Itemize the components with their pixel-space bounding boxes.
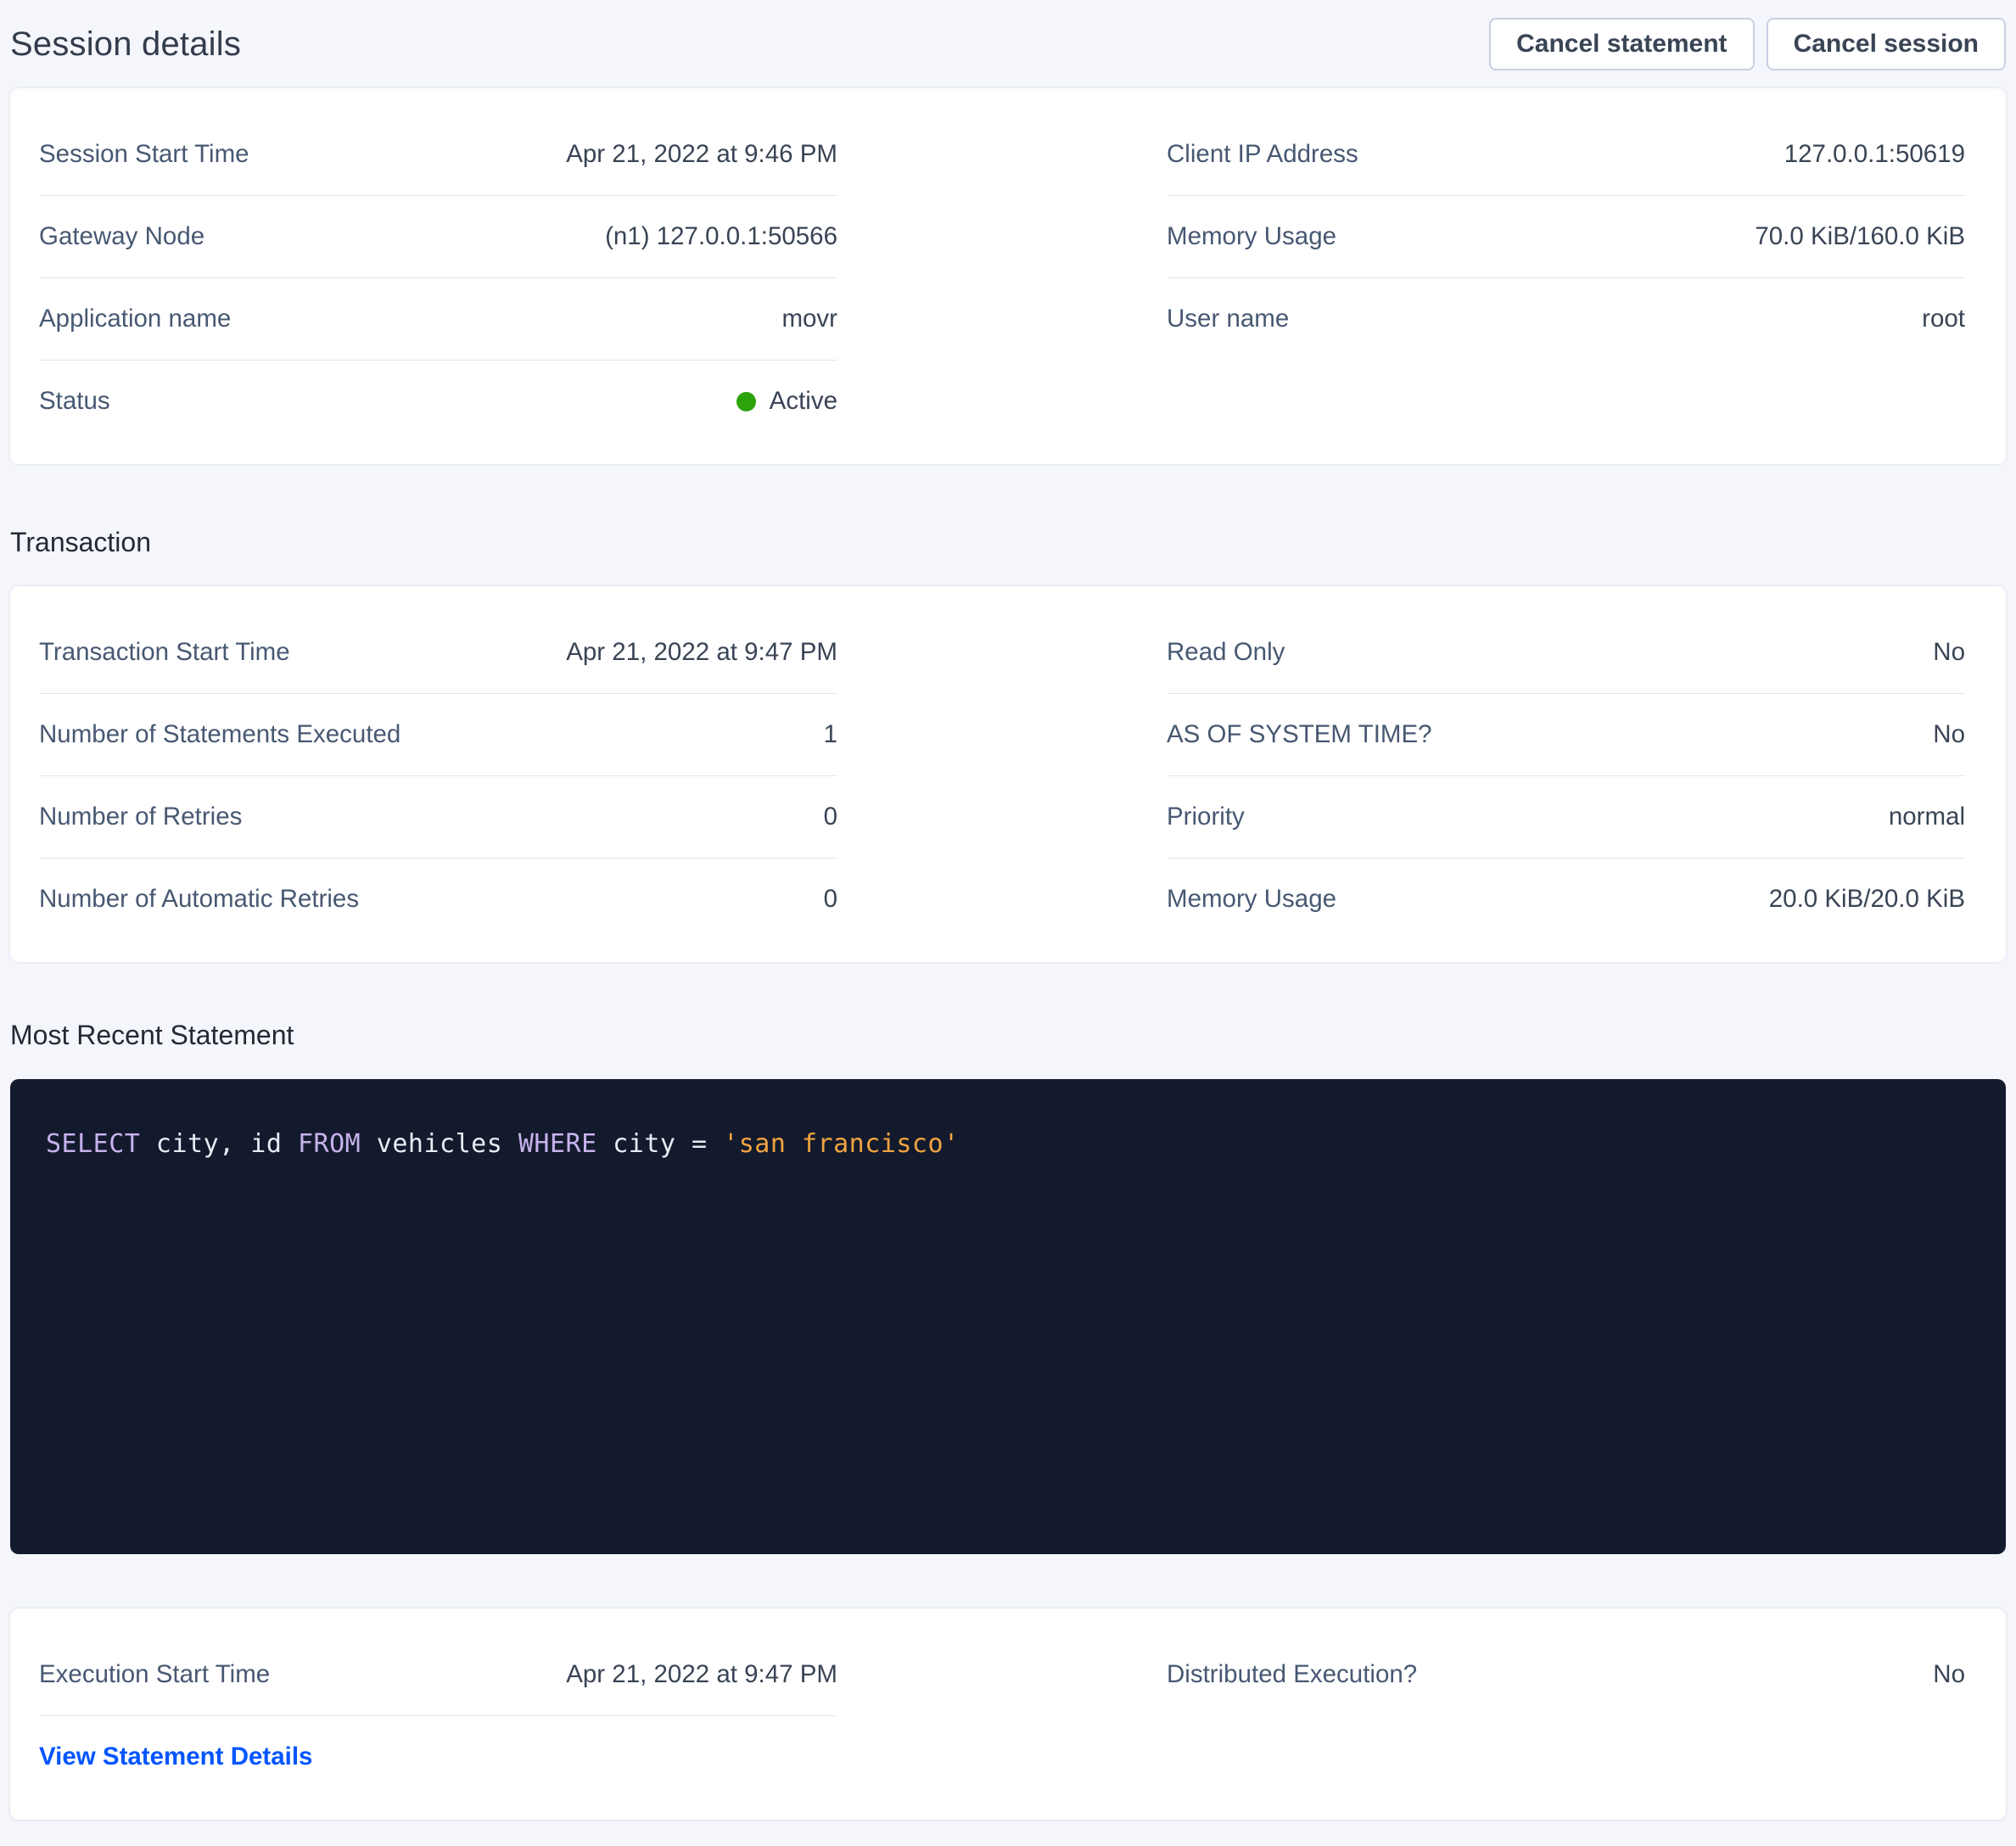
- sql-token-string: 'san francisco': [723, 1129, 959, 1159]
- row-label: Status: [39, 387, 110, 416]
- row-value: No: [1933, 720, 1965, 749]
- sql-statement: SELECT city, id FROM vehicles WHERE city…: [46, 1129, 960, 1159]
- row-label: Read Only: [1167, 638, 1285, 667]
- detail-row-automatic-retries: Number of Automatic Retries 0: [39, 859, 837, 940]
- row-label: Transaction Start Time: [39, 638, 290, 667]
- row-value: 127.0.0.1:50619: [1784, 140, 1965, 169]
- row-label: Number of Statements Executed: [39, 720, 400, 749]
- row-label: Memory Usage: [1167, 222, 1336, 251]
- execution-card: Execution Start Time Apr 21, 2022 at 9:4…: [10, 1608, 2006, 1820]
- row-label: Priority: [1167, 803, 1245, 831]
- row-value: No: [1933, 1660, 1965, 1689]
- row-label: Session Start Time: [39, 140, 249, 169]
- row-label: Execution Start Time: [39, 1660, 270, 1689]
- view-statement-details-link[interactable]: View Statement Details: [39, 1743, 312, 1771]
- session-details-page: Session details Cancel statement Cancel …: [0, 0, 2016, 1820]
- status-text: Active: [770, 387, 837, 416]
- page-title: Session details: [10, 25, 241, 64]
- transaction-card-left-column: Transaction Start Time Apr 21, 2022 at 9…: [39, 612, 837, 940]
- row-label: Number of Automatic Retries: [39, 885, 359, 914]
- row-value: 0: [824, 885, 837, 914]
- row-label: Distributed Execution?: [1167, 1660, 1417, 1689]
- detail-row-session-memory-usage: Memory Usage 70.0 KiB/160.0 KiB: [1167, 196, 1965, 278]
- sql-token-keyword: FROM: [298, 1129, 361, 1159]
- cancel-statement-button[interactable]: Cancel statement: [1489, 18, 1754, 70]
- row-value: 0: [824, 803, 837, 831]
- row-value: 20.0 KiB/20.0 KiB: [1769, 885, 1965, 914]
- row-label: User name: [1167, 305, 1289, 333]
- sql-token-plain: city, id: [140, 1129, 298, 1159]
- sql-token-plain: vehicles: [361, 1129, 518, 1159]
- detail-row-read-only: Read Only No: [1167, 612, 1965, 694]
- row-label: Number of Retries: [39, 803, 242, 831]
- row-value: 1: [824, 720, 837, 749]
- detail-row-as-of-system-time: AS OF SYSTEM TIME? No: [1167, 694, 1965, 776]
- transaction-card-right-column: Read Only No AS OF SYSTEM TIME? No Prior…: [1167, 612, 1965, 940]
- row-value: No: [1933, 638, 1965, 667]
- row-label: AS OF SYSTEM TIME?: [1167, 720, 1432, 749]
- row-label: Application name: [39, 305, 231, 333]
- statement-section-title: Most Recent Statement: [10, 1016, 2006, 1054]
- detail-row-distributed-execution: Distributed Execution? No: [1167, 1634, 1965, 1715]
- session-card-right-column: Client IP Address 127.0.0.1:50619 Memory…: [1167, 114, 1965, 442]
- detail-row-gateway-node: Gateway Node (n1) 127.0.0.1:50566: [39, 196, 837, 278]
- row-value: Apr 21, 2022 at 9:46 PM: [566, 140, 837, 169]
- header-actions: Cancel statement Cancel session: [1489, 18, 2006, 70]
- row-label: Client IP Address: [1167, 140, 1358, 169]
- detail-row-execution-start-time: Execution Start Time Apr 21, 2022 at 9:4…: [39, 1634, 837, 1716]
- detail-row-session-start-time: Session Start Time Apr 21, 2022 at 9:46 …: [39, 114, 837, 196]
- row-value: Apr 21, 2022 at 9:47 PM: [566, 1660, 837, 1689]
- detail-row-transaction-memory-usage: Memory Usage 20.0 KiB/20.0 KiB: [1167, 859, 1965, 940]
- row-value: root: [1922, 305, 1965, 333]
- execution-card-right-column: Distributed Execution? No: [1167, 1634, 1965, 1798]
- cancel-session-button[interactable]: Cancel session: [1767, 18, 2006, 70]
- row-value: Apr 21, 2022 at 9:47 PM: [566, 638, 837, 667]
- row-value: normal: [1889, 803, 1965, 831]
- view-statement-details-row: View Statement Details: [39, 1716, 837, 1798]
- sql-token-keyword: WHERE: [518, 1129, 597, 1159]
- detail-row-application-name: Application name movr: [39, 278, 837, 361]
- session-card-left-column: Session Start Time Apr 21, 2022 at 9:46 …: [39, 114, 837, 442]
- status-badge: Active: [736, 387, 837, 416]
- detail-row-client-ip: Client IP Address 127.0.0.1:50619: [1167, 114, 1965, 196]
- sql-token-keyword: SELECT: [46, 1129, 140, 1159]
- gateway-node-link[interactable]: (n1) 127.0.0.1:50566: [605, 222, 837, 251]
- row-value: movr: [781, 305, 837, 333]
- row-value: 70.0 KiB/160.0 KiB: [1755, 222, 1965, 251]
- transaction-section-title: Transaction: [10, 523, 2006, 561]
- detail-row-status: Status Active: [39, 361, 837, 442]
- detail-row-retries: Number of Retries 0: [39, 776, 837, 859]
- page-header: Session details Cancel statement Cancel …: [10, 0, 2006, 88]
- detail-row-transaction-start-time: Transaction Start Time Apr 21, 2022 at 9…: [39, 612, 837, 694]
- detail-row-priority: Priority normal: [1167, 776, 1965, 859]
- detail-row-statements-executed: Number of Statements Executed 1: [39, 694, 837, 776]
- execution-card-left-column: Execution Start Time Apr 21, 2022 at 9:4…: [39, 1634, 837, 1798]
- row-label: Gateway Node: [39, 222, 204, 251]
- status-active-dot-icon: [736, 392, 756, 411]
- sql-token-plain: city =: [597, 1129, 724, 1159]
- sql-code-block: SELECT city, id FROM vehicles WHERE city…: [10, 1079, 2006, 1554]
- detail-row-user-name: User name root: [1167, 278, 1965, 360]
- row-label: Memory Usage: [1167, 885, 1336, 914]
- session-summary-card: Session Start Time Apr 21, 2022 at 9:46 …: [10, 88, 2006, 464]
- transaction-card: Transaction Start Time Apr 21, 2022 at 9…: [10, 586, 2006, 962]
